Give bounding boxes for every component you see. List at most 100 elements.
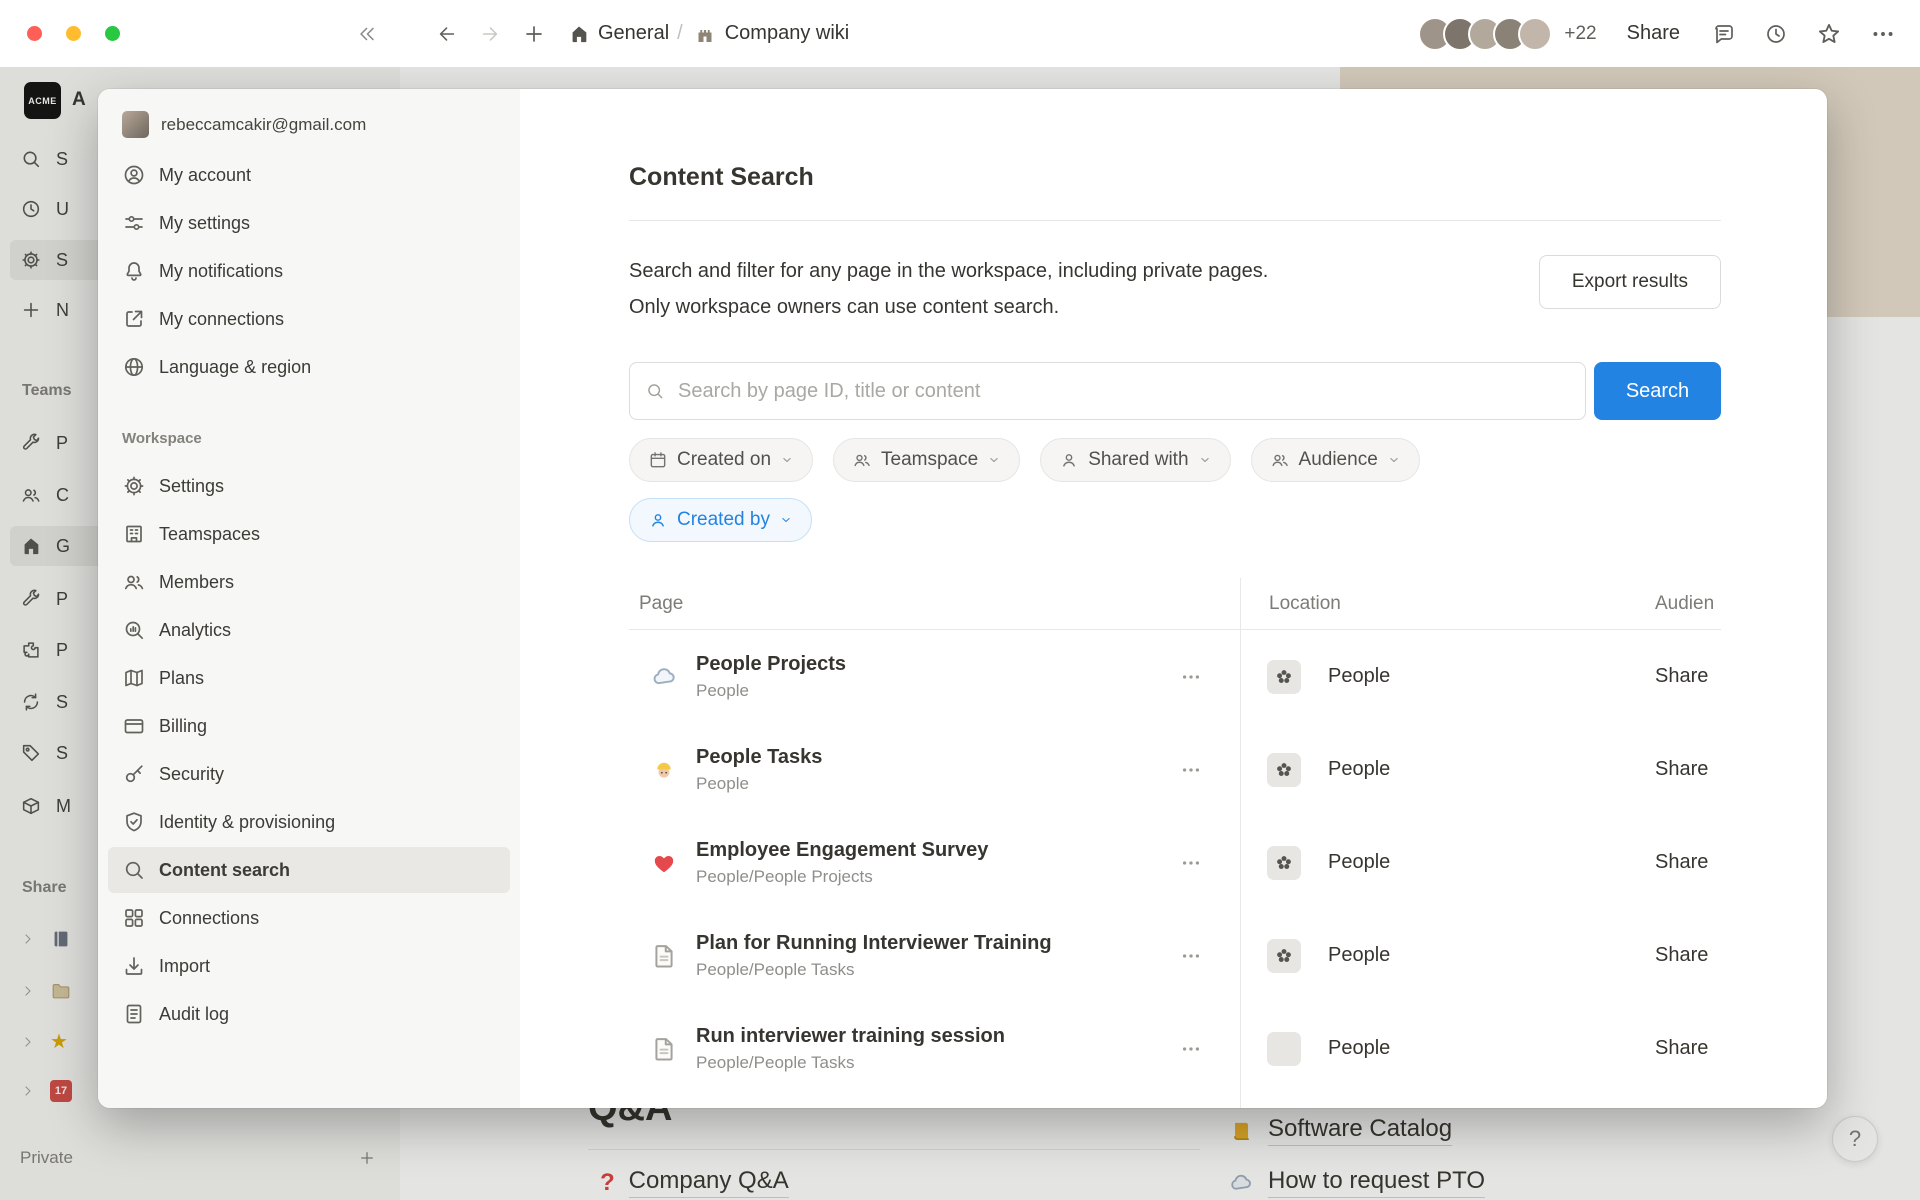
settings-nav-item-import[interactable]: Import bbox=[108, 943, 510, 989]
audience-value: Share bbox=[1655, 1002, 1708, 1095]
more-options-icon[interactable] bbox=[1870, 21, 1896, 47]
analytics-icon bbox=[122, 618, 146, 642]
settings-nav-item-my-notifications[interactable]: My notifications bbox=[108, 248, 510, 294]
share-button[interactable]: Share bbox=[1627, 22, 1680, 45]
settings-nav-item-security[interactable]: Security bbox=[108, 751, 510, 797]
avatar-overflow-count[interactable]: +22 bbox=[1564, 23, 1596, 45]
table-row: People Projects People People Share bbox=[629, 630, 1721, 723]
audience-value: Share bbox=[1655, 909, 1708, 1002]
column-header-audience: Audien bbox=[1655, 593, 1714, 615]
back-icon[interactable] bbox=[436, 23, 458, 45]
filter-created-on[interactable]: Created on bbox=[629, 438, 813, 482]
chevron-down-icon bbox=[1198, 453, 1212, 467]
close-button[interactable] bbox=[27, 26, 42, 41]
location-name: People bbox=[1328, 665, 1390, 688]
import-icon bbox=[122, 954, 146, 978]
page-path: People/People Projects bbox=[696, 867, 988, 887]
page-path: People/People Tasks bbox=[696, 960, 1052, 980]
search-button[interactable]: Search bbox=[1594, 362, 1721, 420]
breadcrumb-root[interactable]: General bbox=[598, 22, 669, 45]
settings-nav-item-settings[interactable]: Settings bbox=[108, 463, 510, 509]
row-more-button[interactable] bbox=[1169, 755, 1213, 785]
collaborator-avatar[interactable] bbox=[1518, 17, 1552, 51]
minimize-button[interactable] bbox=[66, 26, 81, 41]
table-row: Run interviewer training session People/… bbox=[629, 1002, 1721, 1095]
row-more-button[interactable] bbox=[1169, 662, 1213, 692]
location-name: People bbox=[1328, 944, 1390, 967]
column-header-page: Page bbox=[629, 593, 683, 615]
teamspace-icon bbox=[1267, 753, 1301, 787]
person-icon bbox=[648, 510, 668, 530]
breadcrumb-page[interactable]: Company wiki bbox=[725, 22, 849, 45]
search-icon bbox=[645, 381, 665, 401]
location-name: People bbox=[1328, 851, 1390, 874]
forward-icon[interactable] bbox=[479, 23, 501, 45]
chevron-down-icon bbox=[780, 453, 794, 467]
titlebar: General / Company wiki +22 Share bbox=[0, 0, 1920, 67]
worker-icon bbox=[649, 755, 679, 785]
notion-app-window: General / Company wiki +22 Share Q&A ? C… bbox=[0, 0, 1920, 1200]
person-circle-icon bbox=[122, 163, 146, 187]
page-title-link[interactable]: People Tasks bbox=[696, 746, 822, 769]
zoom-button[interactable] bbox=[105, 26, 120, 41]
settings-nav-item-my-account[interactable]: My account bbox=[108, 152, 510, 198]
settings-nav-item-teamspaces[interactable]: Teamspaces bbox=[108, 511, 510, 557]
filter-teamspace[interactable]: Teamspace bbox=[833, 438, 1020, 482]
history-icon[interactable] bbox=[1764, 22, 1788, 46]
filter-created-by[interactable]: Created by bbox=[629, 498, 812, 542]
credit-card-icon bbox=[122, 714, 146, 738]
settings-nav-item-analytics[interactable]: Analytics bbox=[108, 607, 510, 653]
settings-nav-item-billing[interactable]: Billing bbox=[108, 703, 510, 749]
row-more-button[interactable] bbox=[1169, 1034, 1213, 1064]
page-icon bbox=[649, 1034, 679, 1064]
teamspace-icon bbox=[1267, 660, 1301, 694]
page-title-link[interactable]: Employee Engagement Survey bbox=[696, 839, 988, 862]
page-path: People/People Tasks bbox=[696, 1053, 1005, 1073]
settings-nav-item-my-connections[interactable]: My connections bbox=[108, 296, 510, 342]
page-path: People bbox=[696, 681, 846, 701]
members-icon bbox=[122, 570, 146, 594]
person-icon bbox=[1059, 450, 1079, 470]
calendar-icon bbox=[648, 450, 668, 470]
account-avatar bbox=[122, 111, 149, 138]
settings-nav-item-audit-log[interactable]: Audit log bbox=[108, 991, 510, 1037]
teamspace-icon bbox=[1267, 1032, 1301, 1066]
page-title-link[interactable]: Plan for Running Interviewer Training bbox=[696, 932, 1052, 955]
page-title-link[interactable]: People Projects bbox=[696, 653, 846, 676]
collaborator-avatars bbox=[1418, 17, 1552, 51]
favorite-star-icon[interactable] bbox=[1816, 21, 1842, 47]
people-icon bbox=[1270, 450, 1290, 470]
new-tab-icon[interactable] bbox=[522, 22, 546, 46]
people-icon bbox=[852, 450, 872, 470]
settings-nav-item-identity-provisioning[interactable]: Identity & provisioning bbox=[108, 799, 510, 845]
settings-nav-item-plans[interactable]: Plans bbox=[108, 655, 510, 701]
settings-sidebar: rebeccamcakir@gmail.com My account My se… bbox=[98, 89, 520, 1108]
settings-nav-item-members[interactable]: Members bbox=[108, 559, 510, 605]
building-icon bbox=[122, 522, 146, 546]
collapse-sidebar-icon[interactable] bbox=[356, 23, 378, 45]
chevron-down-icon bbox=[987, 453, 1001, 467]
row-more-button[interactable] bbox=[1169, 941, 1213, 971]
settings-nav-item-my-settings[interactable]: My settings bbox=[108, 200, 510, 246]
filter-audience[interactable]: Audience bbox=[1251, 438, 1420, 482]
shield-icon bbox=[122, 810, 146, 834]
settings-modal: rebeccamcakir@gmail.com My account My se… bbox=[98, 89, 1827, 1108]
export-results-button[interactable]: Export results bbox=[1539, 255, 1721, 309]
comments-icon[interactable] bbox=[1712, 22, 1736, 46]
row-more-button[interactable] bbox=[1169, 848, 1213, 878]
globe-icon bbox=[122, 355, 146, 379]
content-search-panel: Content Search Search and filter for any… bbox=[520, 89, 1827, 1108]
table-row: People Tasks People People Share bbox=[629, 723, 1721, 816]
search-input[interactable] bbox=[629, 362, 1586, 420]
settings-nav-item-language-region[interactable]: Language & region bbox=[108, 344, 510, 390]
table-row: Employee Engagement Survey People/People… bbox=[629, 816, 1721, 909]
filter-shared-with[interactable]: Shared with bbox=[1040, 438, 1230, 482]
table-header: Page Location Audien bbox=[629, 578, 1721, 630]
key-icon bbox=[122, 762, 146, 786]
page-title: Content Search bbox=[629, 161, 1721, 193]
settings-nav-item-connections[interactable]: Connections bbox=[108, 895, 510, 941]
map-icon bbox=[122, 666, 146, 690]
page-title-link[interactable]: Run interviewer training session bbox=[696, 1025, 1005, 1048]
account-email: rebeccamcakir@gmail.com bbox=[161, 115, 366, 135]
settings-nav-item-content-search[interactable]: Content search bbox=[108, 847, 510, 893]
